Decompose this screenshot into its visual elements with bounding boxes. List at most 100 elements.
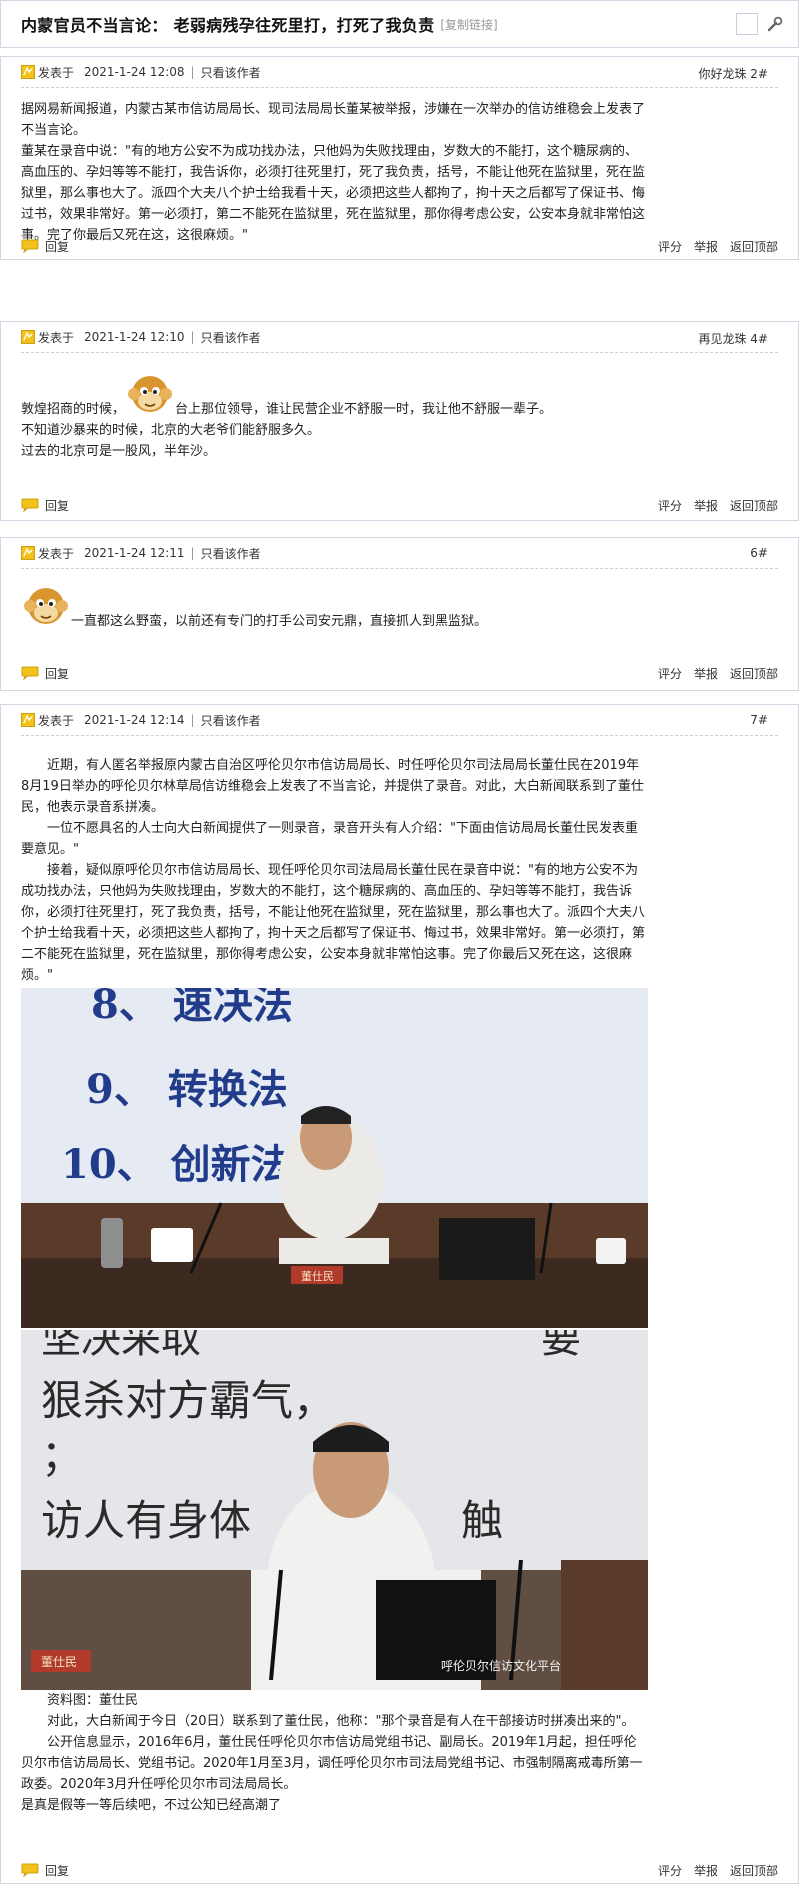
post-content-lower: 资料图：董仕民 对此，大白新闻于今日（20日）联系到了董仕民，他称："那个录音是…: [21, 1690, 646, 1816]
post-paragraph: 董某在录音中说："有的地方公安不为成功找办法，只他妈为失败找理由，岁数大的不能打…: [21, 144, 646, 243]
separator: |: [190, 330, 195, 344]
report-button[interactable]: 举报: [694, 665, 718, 682]
post-paragraph: 是真是假等一等后续吧，不过公知已经高潮了: [21, 1798, 282, 1813]
slide-line-1b: 要: [541, 1330, 581, 1362]
only-author-link[interactable]: 只看该作者: [201, 64, 261, 81]
reply-label: 回复: [45, 498, 70, 513]
rate-button[interactable]: 评分: [658, 665, 682, 682]
print-icon[interactable]: [736, 13, 758, 35]
post-floor-6: 发表于 2021-1-24 12:11 | 只看该作者 6# 一直都这么野蛮，以…: [0, 537, 799, 691]
post-footer: 回复 评分 举报 返回顶部: [1, 494, 798, 516]
reply-icon: [21, 666, 39, 680]
post-floor-7: 发表于 2021-1-24 12:14 | 只看该作者 7# 近期，有人匿名举报…: [0, 704, 799, 1884]
conference-photo-1: 8、 速决法 9、 转换法 10、 创新法 董仕民: [21, 988, 648, 1328]
floor-num: 2#: [750, 67, 768, 81]
posted-at-label: 发表于: [38, 330, 75, 345]
slide-line-3: 10、 创新法: [61, 1141, 291, 1188]
post-meta: 发表于 2021-1-24 12:08 | 只看该作者: [1, 57, 798, 87]
posted-at-label: 发表于: [38, 546, 75, 561]
slide-line-1: 坚决采取: [41, 1330, 201, 1362]
back-top-button[interactable]: 返回顶部: [730, 1862, 778, 1879]
rate-button[interactable]: 评分: [658, 238, 682, 255]
floor-num: 4#: [750, 332, 768, 346]
footer-actions: 评分 举报 返回顶部: [658, 1862, 778, 1879]
post-icon: [21, 65, 35, 79]
floor-number[interactable]: 再见龙珠 4#: [698, 330, 768, 347]
post-time: 2021-1-24 12:14: [84, 713, 185, 727]
report-button[interactable]: 举报: [694, 497, 718, 514]
post-meta: 发表于 2021-1-24 12:10 | 只看该作者: [1, 322, 798, 352]
reply-icon: [21, 1863, 39, 1877]
post-icon: [21, 330, 35, 344]
slide-line-4: 访人有身体: [41, 1496, 251, 1545]
reply-label: 回复: [45, 1863, 70, 1878]
reply-label: 回复: [45, 666, 70, 681]
post-footer: 回复 评分 举报 返回顶部: [1, 662, 798, 684]
report-button[interactable]: 举报: [694, 238, 718, 255]
post-paragraph: 对此，大白新闻于今日（20日）联系到了董仕民，他称："那个录音是有人在干部接访时…: [47, 1714, 635, 1729]
post-floor-2: 发表于 2021-1-24 12:08 | 只看该作者 你好龙珠 2# 据网易新…: [0, 56, 799, 260]
wrench-icon[interactable]: [766, 15, 784, 33]
slide-line-3: ；: [41, 1431, 83, 1480]
reply-button[interactable]: 回复: [21, 1862, 69, 1879]
post-content: 近期，有人匿名举报原内蒙古自治区呼伦贝尔市信访局局长、时任呼伦贝尔司法局局长董仕…: [21, 755, 646, 986]
post-icon: [21, 713, 35, 727]
monkey-emoticon-icon: [24, 588, 68, 624]
reply-button[interactable]: 回复: [21, 238, 69, 255]
rate-button[interactable]: 评分: [658, 1862, 682, 1879]
divider: [21, 352, 778, 353]
post-meta: 发表于 2021-1-24 12:14 | 只看该作者: [1, 705, 798, 735]
slide-line-1: 8、 速决法: [91, 988, 293, 1028]
post-line: 不知道沙暴来的时候，北京的大老爷们能舒服多久。: [21, 423, 321, 438]
footer-actions: 评分 举报 返回顶部: [658, 497, 778, 514]
rate-button[interactable]: 评分: [658, 497, 682, 514]
post-floor-4: 发表于 2021-1-24 12:10 | 只看该作者 再见龙珠 4# 敦煌招商…: [0, 321, 799, 521]
post-line: 一直都这么野蛮，以前还有专门的打手公司安元鼎，直接抓人到黑监狱。: [21, 580, 646, 632]
post-time: 2021-1-24 12:11: [84, 546, 185, 560]
report-button[interactable]: 举报: [694, 1862, 718, 1879]
photo-caption: 资料图：董仕民: [47, 1693, 139, 1708]
floor-number[interactable]: 6#: [750, 546, 768, 560]
floor-num: 6#: [750, 546, 768, 560]
back-top-button[interactable]: 返回顶部: [730, 665, 778, 682]
post-content: 敦煌招商的时候， 台上那位领导，谁让民营企业不舒服一时，我让他不舒服一辈子。 不…: [21, 370, 646, 462]
post-footer: 回复 评分 举报 返回顶部: [1, 235, 798, 257]
post-paragraph: 近期，有人匿名举报原内蒙古自治区呼伦贝尔市信访局局长、时任呼伦贝尔司法局局长董仕…: [21, 758, 644, 815]
nameplate-2: 董仕民: [41, 1655, 77, 1669]
slide-line-2: 9、 转换法: [86, 1066, 288, 1113]
divider: [21, 735, 778, 736]
nameplate-1: 董仕民: [301, 1270, 334, 1283]
only-author-link[interactable]: 只看该作者: [201, 545, 261, 562]
only-author-link[interactable]: 只看该作者: [201, 712, 261, 729]
back-top-button[interactable]: 返回顶部: [730, 238, 778, 255]
watermark-text: 呼伦贝尔信访文化平台: [441, 1658, 561, 1673]
header-tools: [736, 13, 784, 35]
post-meta: 发表于 2021-1-24 12:11 | 只看该作者: [1, 538, 798, 568]
floor-number[interactable]: 7#: [750, 713, 768, 727]
floor-number[interactable]: 你好龙珠 2#: [698, 65, 768, 82]
slide-line-2: 狠杀对方霸气，: [41, 1376, 335, 1425]
reply-icon: [21, 498, 39, 512]
copy-link[interactable]: [复制链接]: [440, 16, 497, 33]
reply-icon: [21, 239, 39, 253]
post-text: 一直都这么野蛮，以前还有专门的打手公司安元鼎，直接抓人到黑监狱。: [71, 614, 488, 629]
post-text: 台上那位领导，谁让民营企业不舒服一时，我让他不舒服一辈子。: [175, 402, 553, 417]
divider: [21, 568, 778, 569]
divider: [21, 87, 778, 88]
only-author-link[interactable]: 只看该作者: [201, 329, 261, 346]
post-footer: 回复 评分 举报 返回顶部: [1, 1859, 798, 1881]
floor-label: 你好龙珠: [698, 67, 747, 81]
floor-num: 7#: [750, 713, 768, 727]
post-paragraph: 接着，疑似原呼伦贝尔市信访局局长、现任呼伦贝尔司法局局长董仕民在录音中说："有的…: [21, 863, 646, 983]
back-top-button[interactable]: 返回顶部: [730, 497, 778, 514]
post-paragraph: 据网易新闻报道，内蒙古某市信访局局长、现司法局局长董某被举报，涉嫌在一次举办的信…: [21, 102, 646, 138]
reply-button[interactable]: 回复: [21, 497, 69, 514]
separator: |: [190, 65, 195, 79]
footer-actions: 评分 举报 返回顶部: [658, 238, 778, 255]
post-time: 2021-1-24 12:10: [84, 330, 185, 344]
post-content: 据网易新闻报道，内蒙古某市信访局局长、现司法局局长董某被举报，涉嫌在一次举办的信…: [21, 99, 646, 246]
post-line: 过去的北京可是一股风，半年沙。: [21, 444, 217, 459]
monkey-emoticon-icon: [128, 376, 173, 412]
reply-button[interactable]: 回复: [21, 665, 69, 682]
reply-label: 回复: [45, 239, 70, 254]
